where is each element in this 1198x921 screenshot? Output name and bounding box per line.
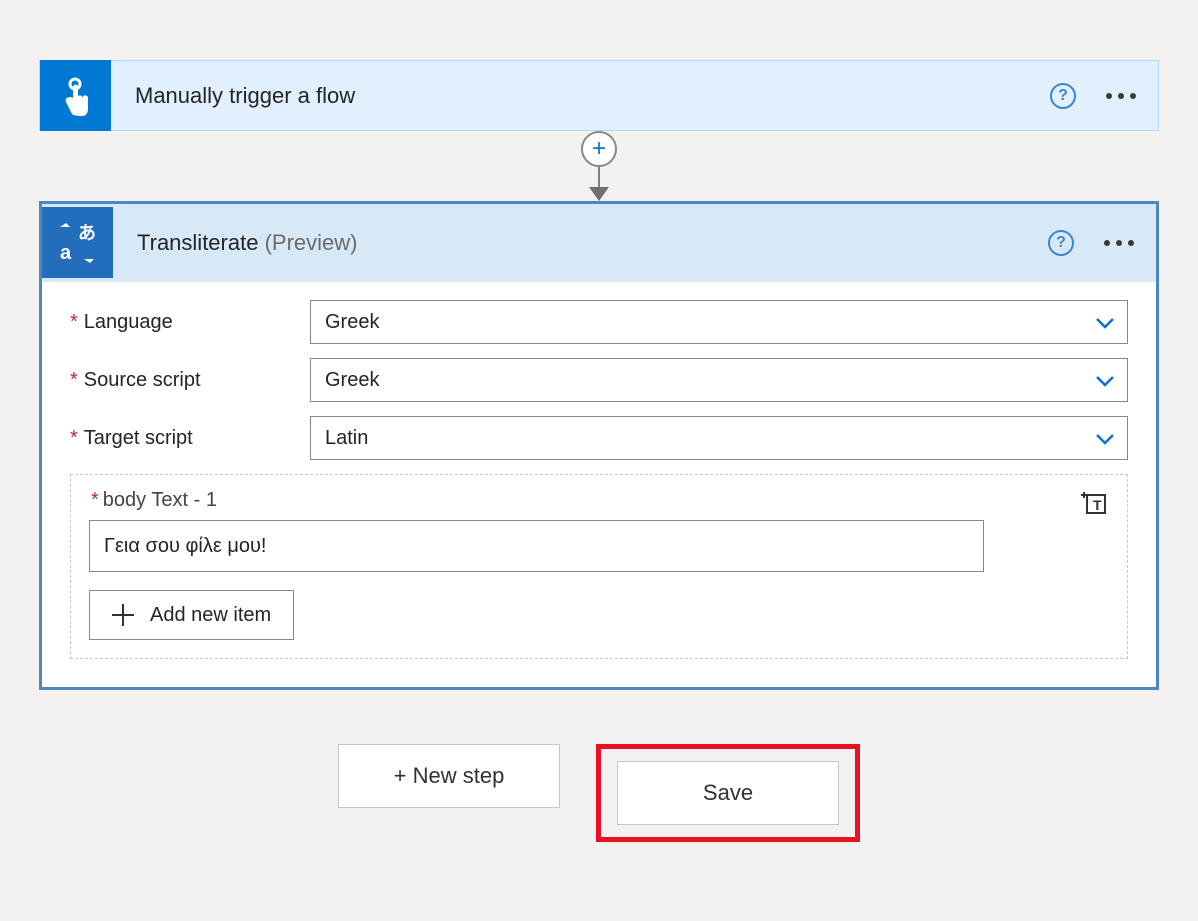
add-new-item-button[interactable]: Add new item xyxy=(89,590,294,640)
arrow-down-icon xyxy=(589,187,609,201)
save-highlight: Save xyxy=(596,744,860,842)
chevron-down-icon xyxy=(1095,429,1113,447)
language-select[interactable]: Greek xyxy=(310,300,1128,344)
help-icon[interactable]: ? xyxy=(1050,83,1076,109)
new-step-button[interactable]: + New step xyxy=(338,744,560,808)
language-label: *Language xyxy=(70,311,310,334)
body-text-panel: T *body Text - 1 Add new item xyxy=(70,474,1128,659)
manual-trigger-icon xyxy=(40,60,111,131)
insert-step-button[interactable]: + xyxy=(581,131,617,167)
help-icon[interactable]: ? xyxy=(1048,230,1074,256)
chevron-down-icon xyxy=(1095,313,1113,331)
action-title: Transliterate (Preview) xyxy=(137,230,1048,256)
svg-text:T: T xyxy=(1093,497,1102,513)
text-mode-icon[interactable]: T xyxy=(1081,489,1109,517)
target-script-select[interactable]: Latin xyxy=(310,416,1128,460)
plus-icon xyxy=(112,604,134,626)
chevron-down-icon xyxy=(1095,371,1113,389)
connector: + xyxy=(39,131,1159,201)
bottom-bar: + New step Save xyxy=(39,744,1159,842)
more-menu-icon[interactable] xyxy=(1106,93,1136,99)
svg-text:あ: あ xyxy=(78,223,96,243)
more-menu-icon[interactable] xyxy=(1104,240,1134,246)
source-script-label: *Source script xyxy=(70,369,310,392)
transliterate-card: あ a Transliterate (Preview) ? *Language … xyxy=(39,201,1159,690)
svg-text:a: a xyxy=(60,242,72,264)
source-script-select[interactable]: Greek xyxy=(310,358,1128,402)
body-text-label: *body Text - 1 xyxy=(89,489,1109,512)
target-script-label: *Target script xyxy=(70,427,310,450)
trigger-title: Manually trigger a flow xyxy=(135,83,1050,109)
trigger-card[interactable]: Manually trigger a flow ? xyxy=(39,60,1159,131)
translator-icon: あ a xyxy=(42,207,113,278)
save-button[interactable]: Save xyxy=(617,761,839,825)
transliterate-header[interactable]: あ a Transliterate (Preview) ? xyxy=(42,204,1156,282)
body-text-input[interactable] xyxy=(89,520,984,572)
